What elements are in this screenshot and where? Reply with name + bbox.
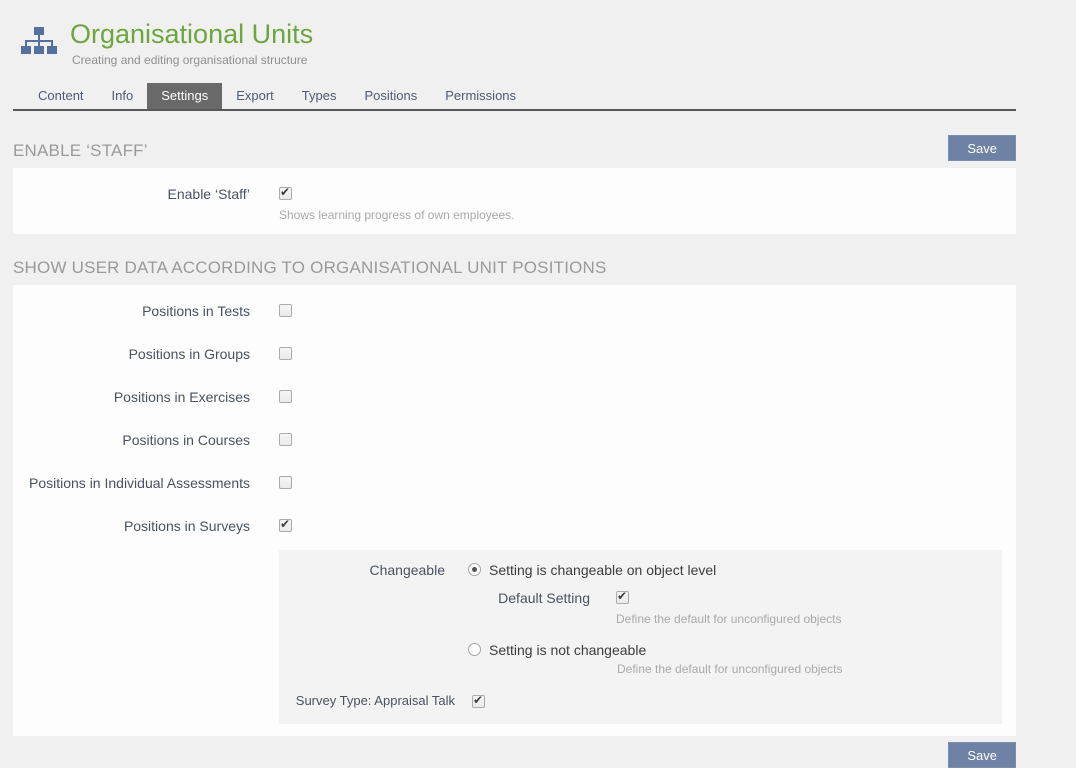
save-button-bottom[interactable]: Save (948, 742, 1016, 768)
changeable-option-group: Setting is changeable on object level De… (468, 560, 842, 676)
positions-individual-assessments-checkbox[interactable] (279, 476, 292, 489)
default-setting-label: Default Setting (468, 588, 590, 608)
save-button-top[interactable]: Save (948, 135, 1016, 161)
positions-individual-assessments-label: Positions in Individual Assessments (13, 473, 250, 493)
default-setting-byline: Define the default for unconfigured obje… (616, 612, 841, 626)
tab-types[interactable]: Types (288, 83, 351, 109)
survey-type-row: Survey Type: Appraisal Talk (279, 692, 1002, 710)
option-changeable: Setting is changeable on object level (468, 560, 842, 580)
form-row-positions-individual-assessments: Positions in Individual Assessments (13, 473, 1016, 493)
form-row-enable-staff: Enable ‘Staff’ Shows learning progress o… (13, 184, 1016, 222)
default-setting-checkbox[interactable] (616, 591, 629, 604)
positions-exercises-checkbox[interactable] (279, 390, 292, 403)
tab-positions[interactable]: Positions (350, 83, 431, 109)
positions-panel: Positions in Tests Positions in Groups P… (13, 285, 1016, 736)
surveys-subpanel: Changeable Setting is changeable on obje… (279, 550, 1002, 724)
form-row-positions-groups: Positions in Groups (13, 344, 1016, 364)
changeable-radio[interactable] (468, 563, 481, 576)
changeable-row: Changeable Setting is changeable on obje… (279, 560, 1002, 676)
positions-tests-label: Positions in Tests (13, 301, 250, 321)
positions-courses-checkbox[interactable] (279, 433, 292, 446)
positions-exercises-label: Positions in Exercises (13, 387, 250, 407)
positions-groups-checkbox[interactable] (279, 347, 292, 360)
tab-content[interactable]: Content (24, 83, 98, 109)
form-row-positions-exercises: Positions in Exercises (13, 387, 1016, 407)
enable-staff-panel: Enable ‘Staff’ Shows learning progress o… (13, 168, 1016, 234)
positions-tests-checkbox[interactable] (279, 304, 292, 317)
app-header: Organisational Units Creating and editin… (13, 0, 1016, 67)
bottom-bar: Save (13, 742, 1016, 768)
positions-courses-label: Positions in Courses (13, 430, 250, 450)
section-enable-staff: ENABLE ‘STAFF’ Save Enable ‘Staff’ Shows… (13, 135, 1016, 234)
page-subtitle: Creating and editing organisational stru… (70, 53, 313, 67)
survey-type-checkbox[interactable] (472, 695, 485, 708)
section-title-enable-staff: ENABLE ‘STAFF’ (13, 141, 148, 161)
page-title: Organisational Units (70, 18, 313, 50)
not-changeable-radio[interactable] (468, 643, 481, 656)
form-row-positions-surveys: Positions in Surveys (13, 516, 1016, 536)
default-setting-row: Default Setting Define the default for u… (468, 588, 842, 626)
org-chart-icon (20, 26, 58, 60)
enable-staff-checkbox[interactable] (279, 187, 292, 200)
positions-surveys-checkbox[interactable] (279, 519, 292, 532)
section-title-positions: SHOW USER DATA ACCORDING TO ORGANISATION… (13, 258, 607, 278)
positions-groups-label: Positions in Groups (13, 344, 250, 364)
form-row-positions-courses: Positions in Courses (13, 430, 1016, 450)
enable-staff-control: Shows learning progress of own employees… (279, 184, 514, 222)
form-row-positions-tests: Positions in Tests (13, 301, 1016, 321)
tab-settings[interactable]: Settings (147, 83, 222, 109)
page: Organisational Units Creating and editin… (13, 0, 1016, 768)
not-changeable-radio-label: Setting is not changeable (489, 640, 646, 660)
enable-staff-byline: Shows learning progress of own employees… (279, 208, 514, 222)
default-setting-control: Define the default for unconfigured obje… (616, 588, 841, 626)
tab-bar: Content Info Settings Export Types Posit… (13, 83, 1016, 111)
changeable-radio-label: Setting is changeable on object level (489, 560, 716, 580)
section-head-enable-staff: ENABLE ‘STAFF’ Save (13, 135, 1016, 161)
changeable-label: Changeable (279, 560, 445, 580)
not-changeable-byline: Define the default for unconfigured obje… (617, 662, 842, 676)
enable-staff-label: Enable ‘Staff’ (13, 184, 250, 204)
section-positions: SHOW USER DATA ACCORDING TO ORGANISATION… (13, 258, 1016, 736)
tab-permissions[interactable]: Permissions (431, 83, 530, 109)
tab-info[interactable]: Info (98, 83, 148, 109)
section-head-positions: SHOW USER DATA ACCORDING TO ORGANISATION… (13, 258, 1016, 278)
positions-surveys-label: Positions in Surveys (13, 516, 250, 536)
option-not-changeable: Setting is not changeable Define the def… (468, 640, 842, 676)
tab-export[interactable]: Export (222, 83, 288, 109)
survey-type-label: Survey Type: Appraisal Talk (288, 692, 455, 710)
title-block: Organisational Units Creating and editin… (70, 18, 313, 67)
